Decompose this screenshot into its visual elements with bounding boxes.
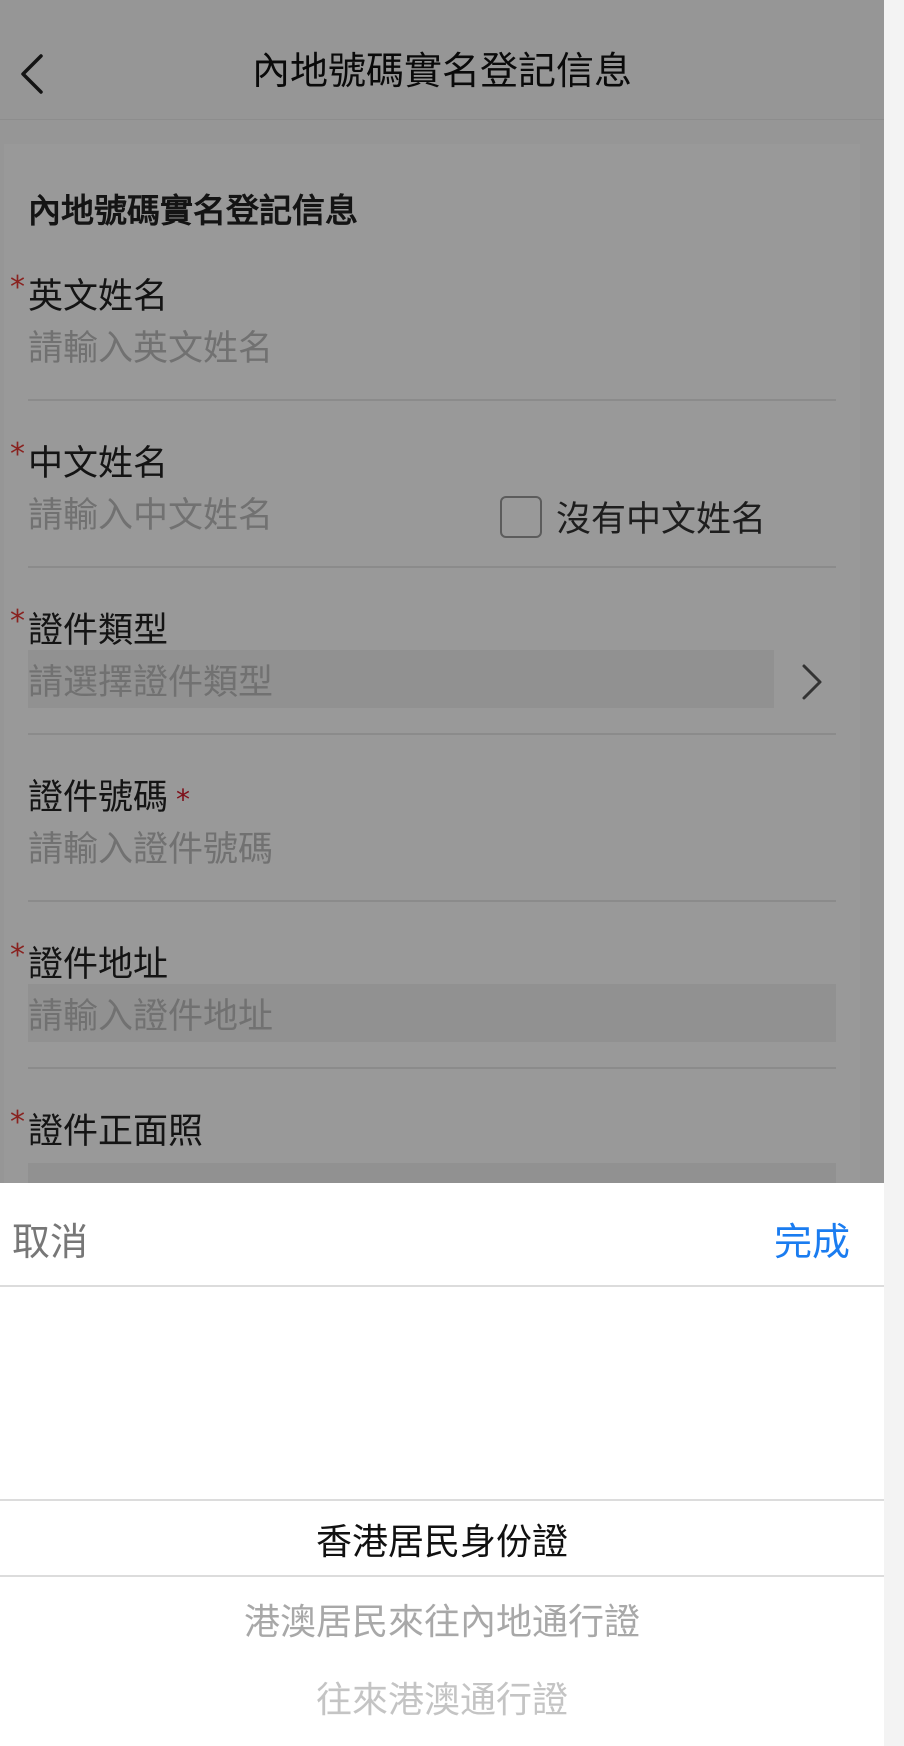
done-button[interactable]: 完成: [774, 1211, 850, 1266]
picker-option[interactable]: 往來港澳通行證: [0, 1671, 884, 1723]
scrollbar-track: [884, 0, 904, 1746]
picker-selection-top-line: [0, 1499, 884, 1501]
id-type-picker: 取消 完成 香港居民身份證 港澳居民來往內地通行證 往來港澳通行證: [0, 1183, 884, 1746]
cancel-button[interactable]: 取消: [12, 1211, 88, 1266]
picker-toolbar: 取消 完成: [0, 1183, 884, 1287]
picker-option[interactable]: 香港居民身份證: [0, 1513, 884, 1565]
picker-selection-bottom-line: [0, 1575, 884, 1577]
app-screen: 內地號碼實名登記信息 內地號碼實名登記信息 * 英文姓名 請輸入英文姓名 * 中…: [0, 0, 884, 1746]
modal-overlay[interactable]: [0, 0, 884, 1183]
picker-option[interactable]: 港澳居民來往內地通行證: [0, 1593, 884, 1645]
